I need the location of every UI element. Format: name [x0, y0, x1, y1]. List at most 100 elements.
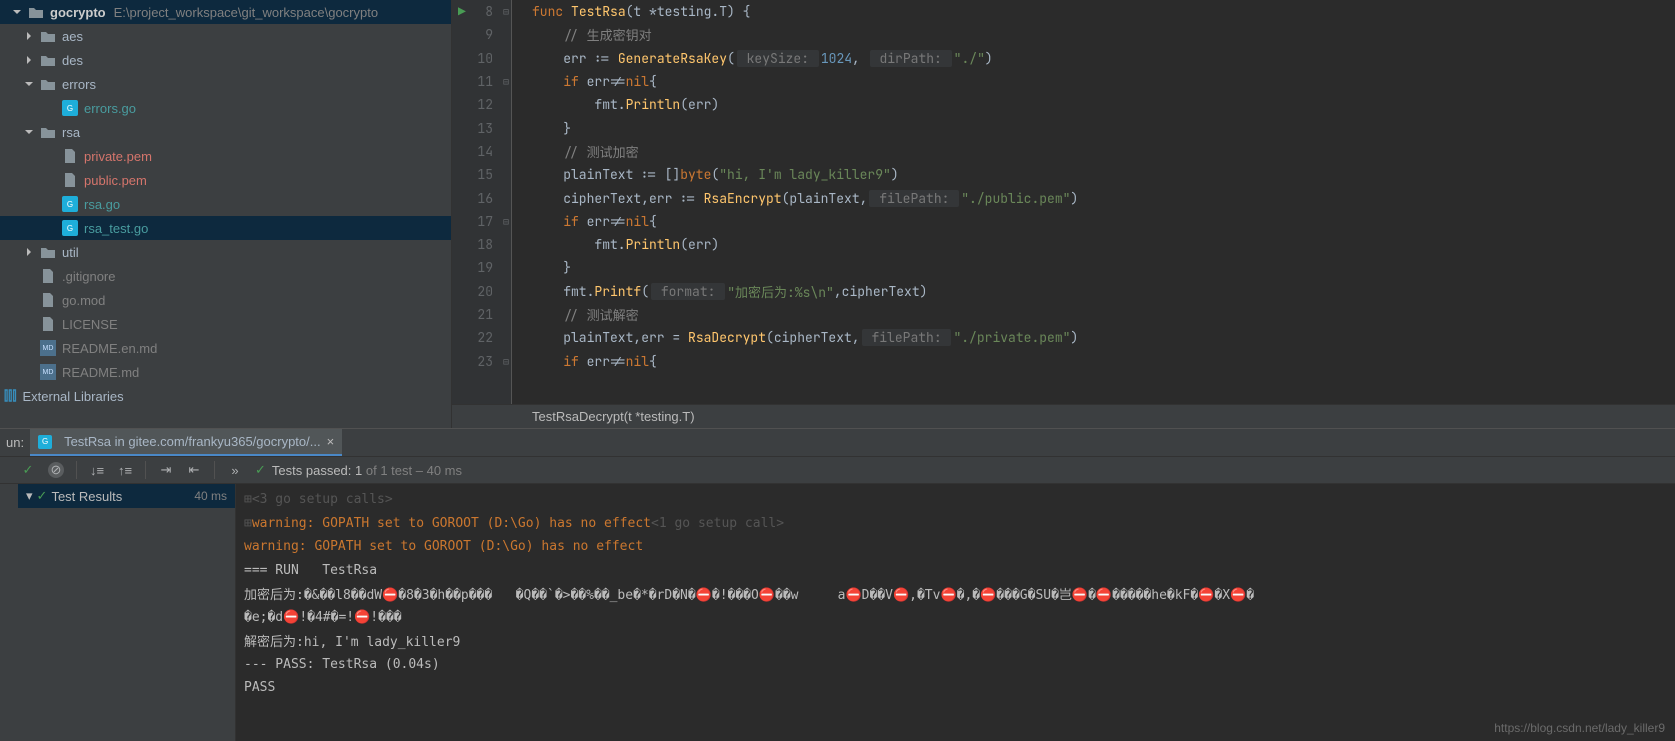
code-line-20[interactable]: fmt.Printf( format: "加密后为:%s\n",cipherTe…	[532, 280, 1675, 303]
run-panel-label: un:	[0, 435, 30, 450]
gutter-line-8[interactable]: ▶8⊟	[452, 0, 511, 23]
gutter-line-22[interactable]: 22	[452, 326, 511, 349]
gutter-line-19[interactable]: 19	[452, 256, 511, 279]
gutter-line-15[interactable]: 15	[452, 163, 511, 186]
project-tree-sidebar[interactable]: gocrypto E:\project_workspace\git_worksp…	[0, 0, 452, 428]
folder-icon	[40, 124, 56, 140]
gutter-line-11[interactable]: 11⊟	[452, 70, 511, 93]
code-line-15[interactable]: plainText := []byte("hi, I'm lady_killer…	[532, 163, 1675, 186]
sort-up-icon[interactable]: ↑≡	[117, 463, 133, 478]
gutter-line-20[interactable]: 20	[452, 280, 511, 303]
code-line-21[interactable]: // 测试解密	[532, 303, 1675, 326]
gutter-line-12[interactable]: 12	[452, 93, 511, 116]
run-config-tab[interactable]: G TestRsa in gitee.com/frankyu365/gocryp…	[30, 429, 342, 456]
collapse-icon[interactable]: ⇤	[186, 462, 202, 478]
gutter-line-10[interactable]: 10	[452, 47, 511, 70]
tree-item-errors[interactable]: errors	[0, 72, 451, 96]
close-icon[interactable]: ×	[327, 434, 335, 449]
breadcrumb-text: TestRsaDecrypt(t *testing.T)	[532, 409, 695, 424]
tree-label: rsa	[62, 125, 80, 140]
code-line-22[interactable]: plainText,err = RsaDecrypt(cipherText, f…	[532, 326, 1675, 349]
tree-item-public-pem[interactable]: public.pem	[0, 168, 451, 192]
tree-label: go.mod	[62, 293, 105, 308]
test-results-label: Test Results	[51, 489, 194, 504]
project-root[interactable]: gocrypto E:\project_workspace\git_worksp…	[0, 0, 451, 24]
code-content[interactable]: func TestRsa(t *testing.T) { // 生成密钥对 er…	[512, 0, 1675, 404]
chevron-right-icon[interactable]: »	[227, 463, 243, 478]
tests-status: ✓ Tests passed: 1 of 1 test – 40 ms	[255, 462, 462, 478]
code-line-14[interactable]: // 测试加密	[532, 140, 1675, 163]
code-line-17[interactable]: if err!=nil{	[532, 210, 1675, 233]
go-file-icon: G	[62, 220, 78, 236]
code-line-23[interactable]: if err!=nil{	[532, 349, 1675, 372]
code-line-9[interactable]: // 生成密钥对	[532, 23, 1675, 46]
tree-item-LICENSE[interactable]: LICENSE	[0, 312, 451, 336]
tree-label: rsa_test.go	[84, 221, 148, 236]
tree-label: errors	[62, 77, 96, 92]
gutter-line-21[interactable]: 21	[452, 303, 511, 326]
gutter-line-17[interactable]: 17⊟	[452, 210, 511, 233]
run-icon[interactable]: ▶	[458, 3, 466, 20]
tree-item-errors-go[interactable]: Gerrors.go	[0, 96, 451, 120]
file-icon	[40, 316, 56, 332]
gutter-line-9[interactable]: 9	[452, 23, 511, 46]
expand-icon[interactable]: ⇥	[158, 462, 174, 478]
fold-icon[interactable]: ⊟	[503, 355, 509, 368]
chevron-down-icon	[22, 77, 36, 91]
code-line-18[interactable]: fmt.Println(err)	[532, 233, 1675, 256]
tree-item-des[interactable]: des	[0, 48, 451, 72]
check-icon: ✓	[37, 488, 48, 504]
breadcrumb-bar[interactable]: TestRsaDecrypt(t *testing.T)	[452, 404, 1675, 428]
code-line-13[interactable]: }	[532, 116, 1675, 139]
tree-item--gitignore[interactable]: .gitignore	[0, 264, 451, 288]
editor-area: ▶8⊟91011⊟121314151617⊟181920212223⊟ func…	[452, 0, 1675, 428]
gutter-line-23[interactable]: 23⊟	[452, 349, 511, 372]
ignore-filter-icon[interactable]: ⊘	[48, 462, 64, 478]
chevron-down-icon: ▾	[26, 488, 33, 504]
chevron-right-icon	[22, 53, 36, 67]
code-editor[interactable]: ▶8⊟91011⊟121314151617⊟181920212223⊟ func…	[452, 0, 1675, 404]
code-line-8[interactable]: func TestRsa(t *testing.T) {	[532, 0, 1675, 23]
chevron-down-icon	[22, 125, 36, 139]
external-libraries-label: External Libraries	[22, 389, 123, 404]
console-line: PASS	[244, 676, 1667, 700]
tree-item-go-mod[interactable]: go.mod	[0, 288, 451, 312]
spacer	[22, 293, 36, 307]
tree-item-aes[interactable]: aes	[0, 24, 451, 48]
sort-down-icon[interactable]: ↓≡	[89, 463, 105, 478]
tree-item-rsa[interactable]: rsa	[0, 120, 451, 144]
external-libraries[interactable]: ⫿⫿⫿ External Libraries	[0, 384, 451, 408]
tree-item-rsa_test-go[interactable]: Grsa_test.go	[0, 216, 451, 240]
tree-item-private-pem[interactable]: private.pem	[0, 144, 451, 168]
tree-item-README-en-md[interactable]: MDREADME.en.md	[0, 336, 451, 360]
gutter-line-13[interactable]: 13	[452, 116, 511, 139]
console-output[interactable]: ⊞<3 go setup calls>⊞warning: GOPATH set …	[236, 484, 1675, 741]
code-line-10[interactable]: err := GenerateRsaKey( keySize: 1024, di…	[532, 47, 1675, 70]
tree-item-rsa-go[interactable]: Grsa.go	[0, 192, 451, 216]
folder-icon	[40, 244, 56, 260]
run-panel: un: G TestRsa in gitee.com/frankyu365/go…	[0, 428, 1675, 741]
tree-item-util[interactable]: util	[0, 240, 451, 264]
tree-label: des	[62, 53, 83, 68]
pass-filter-icon[interactable]: ✓	[20, 462, 36, 478]
fold-icon[interactable]: ⊟	[503, 215, 509, 228]
run-toolbar: ✓ ⊘ ↓≡ ↑≡ ⇥ ⇤ » ✓ Tests passed: 1 of 1 t…	[0, 456, 1675, 484]
code-line-19[interactable]: }	[532, 256, 1675, 279]
gutter-line-16[interactable]: 16	[452, 186, 511, 209]
fold-icon[interactable]: ⊟	[503, 5, 509, 18]
code-line-16[interactable]: cipherText,err := RsaEncrypt(plainText, …	[532, 186, 1675, 209]
fold-icon[interactable]: ⊟	[503, 75, 509, 88]
tree-item-README-md[interactable]: MDREADME.md	[0, 360, 451, 384]
file-icon	[62, 172, 78, 188]
code-line-11[interactable]: if err!=nil{	[532, 70, 1675, 93]
library-icon: ⫿⫿⫿	[4, 388, 16, 404]
go-icon: G	[38, 435, 52, 449]
test-tree[interactable]: ▾ ✓ Test Results 40 ms	[18, 484, 236, 741]
tree-label: errors.go	[84, 101, 136, 116]
gutter-line-18[interactable]: 18	[452, 233, 511, 256]
gutter-line-14[interactable]: 14	[452, 140, 511, 163]
code-line-12[interactable]: fmt.Println(err)	[532, 93, 1675, 116]
separator	[76, 461, 77, 479]
md-file-icon: MD	[40, 340, 56, 356]
test-results-row[interactable]: ▾ ✓ Test Results 40 ms	[18, 484, 235, 508]
